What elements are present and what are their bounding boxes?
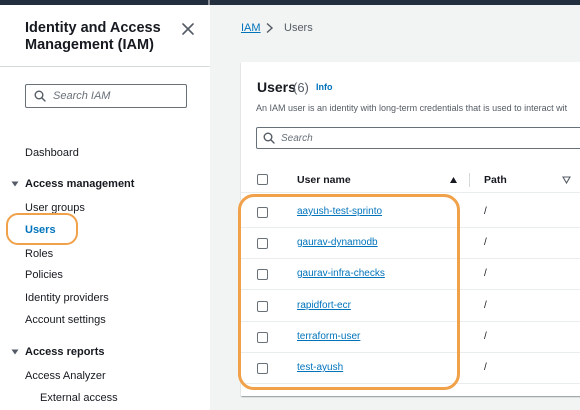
sidebar-title: Identity and Access Management (IAM)	[25, 20, 161, 53]
table-row: rapidfort-ecr /	[241, 291, 580, 322]
sidebar-section-label: Access management	[25, 178, 135, 190]
select-all-checkbox[interactable]	[257, 174, 268, 185]
sidebar-section-access-management[interactable]: Access management	[10, 178, 134, 190]
search-icon	[34, 90, 46, 102]
sort-descending-icon[interactable]	[562, 176, 571, 184]
user-path: /	[484, 300, 487, 311]
sidebar-item-user-groups[interactable]: User groups	[25, 202, 85, 214]
sidebar-item-identity-providers[interactable]: Identity providers	[25, 292, 109, 304]
table-header: User name Path	[241, 165, 580, 193]
sidebar-search-input[interactable]	[53, 90, 183, 102]
search-icon	[263, 132, 275, 144]
row-checkbox[interactable]	[257, 238, 268, 249]
column-header-path[interactable]: Path	[484, 174, 507, 186]
table-row: gaurav-infra-checks /	[241, 259, 580, 290]
row-checkbox[interactable]	[257, 363, 268, 374]
row-checkbox[interactable]	[257, 332, 268, 343]
sidebar-item-account-settings[interactable]: Account settings	[25, 314, 106, 326]
column-divider	[469, 173, 470, 187]
user-name-link[interactable]: terraform-user	[297, 331, 360, 342]
user-path: /	[484, 362, 487, 373]
sidebar-search-box[interactable]	[25, 84, 187, 108]
caret-down-icon	[11, 181, 19, 187]
panel-title: Users	[257, 79, 296, 95]
sidebar-item-users[interactable]: Users	[25, 224, 56, 236]
user-name-link[interactable]: aayush-test-sprinto	[297, 206, 382, 217]
users-panel: Users (6) Info An IAM user is an identit…	[241, 62, 580, 396]
sidebar-item-access-analyzer[interactable]: Access Analyzer	[25, 370, 106, 382]
breadcrumb-current: Users	[284, 22, 313, 34]
table-row: gaurav-dynamodb /	[241, 228, 580, 259]
users-search-input[interactable]	[281, 132, 580, 144]
user-name-link[interactable]: gaurav-infra-checks	[297, 268, 385, 279]
row-checkbox[interactable]	[257, 301, 268, 312]
user-name-link[interactable]: gaurav-dynamodb	[297, 237, 378, 248]
breadcrumb-iam-link[interactable]: IAM	[241, 22, 261, 34]
user-path: /	[484, 331, 487, 342]
user-path: /	[484, 206, 487, 217]
sidebar-item-roles[interactable]: Roles	[25, 248, 53, 260]
users-search-box[interactable]	[256, 127, 580, 149]
table-row: test-ayush /	[241, 353, 580, 384]
column-header-user-name[interactable]: User name	[297, 174, 351, 186]
sidebar-divider	[0, 66, 210, 67]
user-path: /	[484, 268, 487, 279]
sidebar-item-external-access[interactable]: External access	[40, 392, 118, 404]
user-count: (6)	[293, 80, 309, 95]
info-link[interactable]: Info	[316, 82, 333, 92]
table-row: terraform-user /	[241, 322, 580, 353]
close-icon[interactable]	[180, 21, 196, 37]
row-checkbox[interactable]	[257, 207, 268, 218]
sidebar-section-access-reports[interactable]: Access reports	[10, 346, 105, 358]
panel-description: An IAM user is an identity with long-ter…	[256, 103, 568, 113]
sidebar-section-label: Access reports	[25, 346, 105, 358]
row-checkbox[interactable]	[257, 269, 268, 280]
chevron-right-icon	[266, 22, 274, 34]
user-name-link[interactable]: test-ayush	[297, 362, 343, 373]
sidebar-item-dashboard[interactable]: Dashboard	[25, 147, 79, 159]
sidebar: Identity and Access Management (IAM) Das…	[0, 5, 210, 410]
user-path: /	[484, 237, 487, 248]
table-row: aayush-test-sprinto /	[241, 197, 580, 228]
user-name-link[interactable]: rapidfort-ecr	[297, 300, 351, 311]
caret-down-icon	[11, 349, 19, 355]
sort-ascending-icon[interactable]	[449, 176, 458, 184]
sidebar-item-policies[interactable]: Policies	[25, 269, 63, 281]
